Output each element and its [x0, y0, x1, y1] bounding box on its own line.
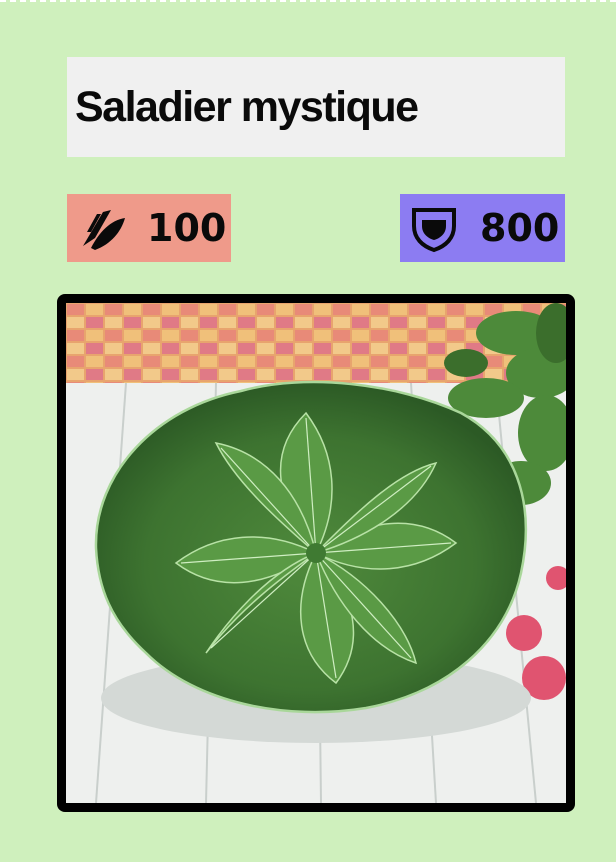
artwork-frame	[57, 294, 575, 812]
card-title: Saladier mystique	[75, 82, 419, 131]
leaf-bowl-artwork	[66, 303, 566, 803]
defense-value: 800	[480, 206, 560, 250]
attack-stat: 100	[67, 194, 231, 262]
shield-icon	[412, 208, 456, 253]
attack-value: 100	[147, 206, 227, 250]
card-title-box: Saladier mystique	[67, 57, 565, 157]
top-edge-decoration	[0, 0, 616, 2]
claw-slash-icon	[83, 210, 125, 250]
defense-stat: 800	[400, 194, 565, 262]
